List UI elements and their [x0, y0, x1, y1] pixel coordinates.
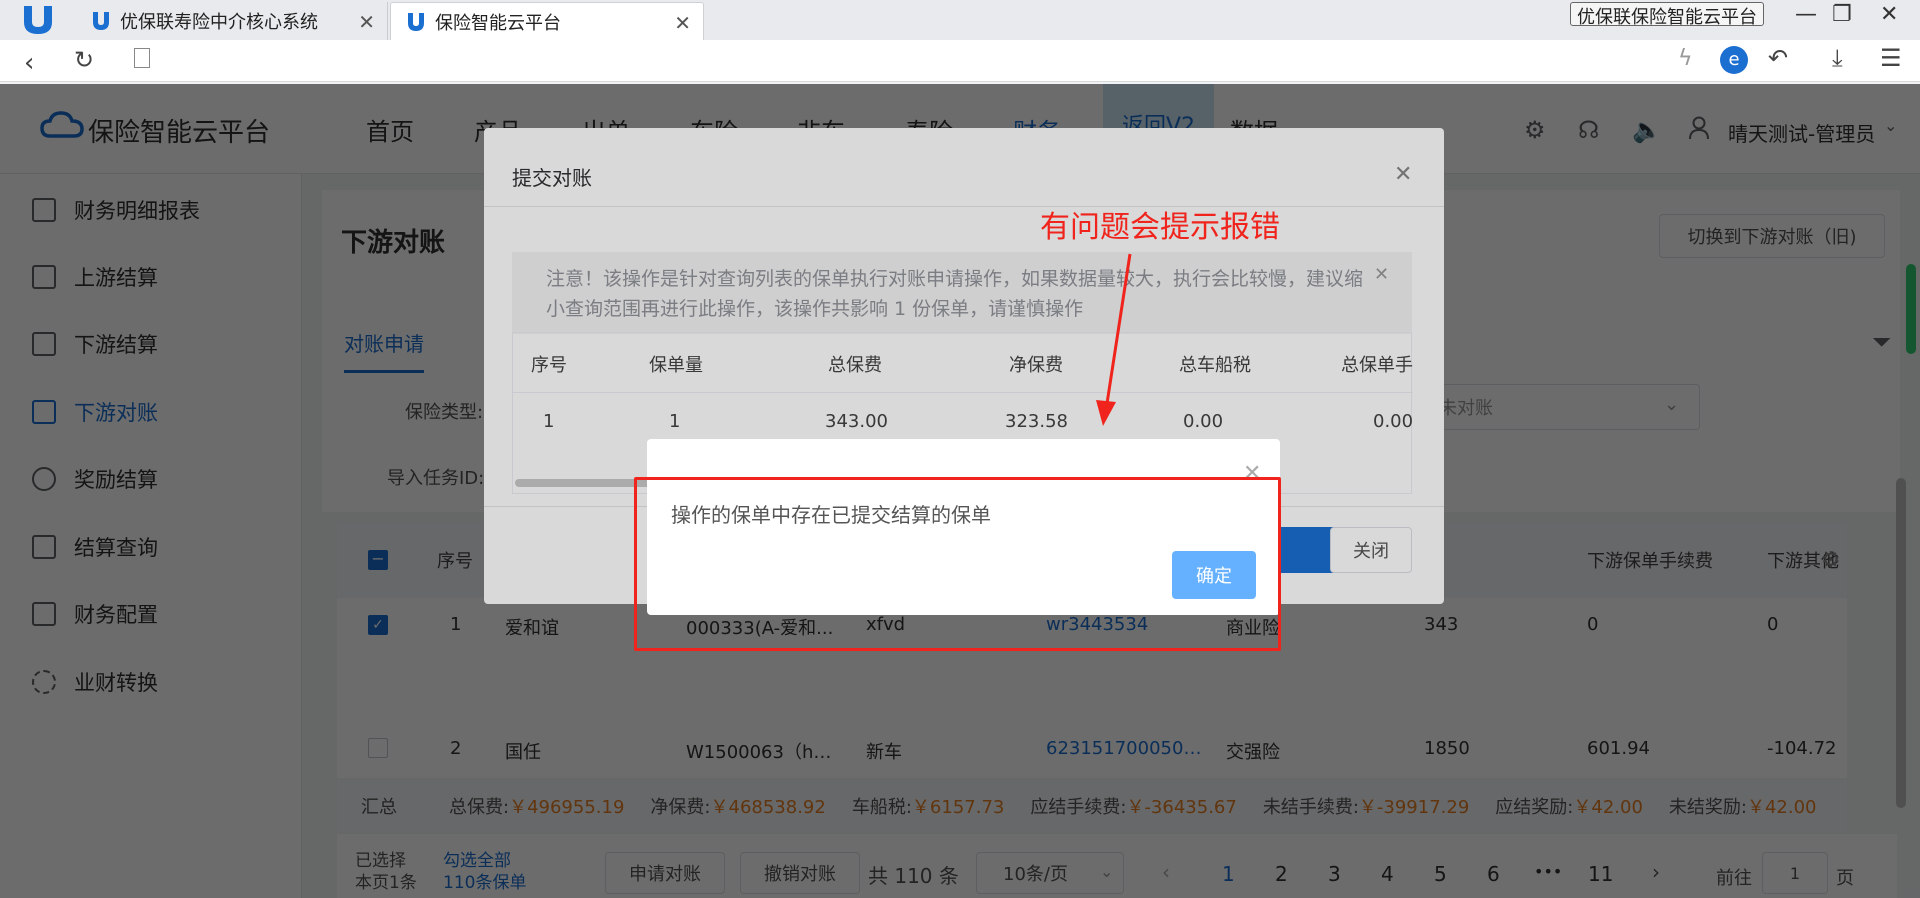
annotation-highlight-box [634, 477, 1281, 651]
back-icon[interactable]: ‹ [24, 48, 34, 78]
annotation-text: 有问题会提示报错 [1040, 210, 1280, 245]
window-title: 优保联保险智能云平台 [1570, 2, 1764, 28]
lightning-icon[interactable]: ϟ [1678, 46, 1693, 71]
annotation-arrow-icon [1092, 250, 1136, 430]
menu-icon[interactable]: ☰ [1880, 44, 1902, 72]
download-icon[interactable]: ⤓ [1832, 44, 1843, 72]
browser-tab[interactable]: 优保联寿险中介核心系统 ✕ [76, 2, 388, 40]
tab-title: 保险智能云平台 [435, 12, 561, 34]
undo-icon[interactable]: ↶ [1768, 44, 1788, 72]
page-icon [134, 48, 150, 68]
tab-title: 优保联寿险中介核心系统 [120, 12, 318, 33]
browser-logo-icon [20, 4, 56, 36]
browser-tab-bar: 优保联寿险中介核心系统 ✕ 保险智能云平台 ✕ 优保联保险智能云平台 — ❐ ✕ [0, 0, 1920, 40]
refresh-icon[interactable]: ↻ [74, 46, 94, 74]
browser-tab-active[interactable]: 保险智能云平台 ✕ [390, 2, 704, 40]
maximize-icon[interactable]: ❐ [1832, 2, 1852, 27]
tab-close-icon[interactable]: ✕ [358, 10, 375, 34]
site-favicon-icon [405, 11, 427, 33]
browser-toolbar: ‹ ↻ ϟ e ↶ ⤓ ☰ [0, 40, 1920, 82]
ie-mode-icon[interactable]: e [1720, 46, 1748, 74]
tab-close-icon[interactable]: ✕ [674, 11, 691, 35]
site-favicon-icon [90, 10, 112, 32]
minimize-icon[interactable]: — [1795, 2, 1817, 27]
window-close-icon[interactable]: ✕ [1880, 2, 1898, 27]
